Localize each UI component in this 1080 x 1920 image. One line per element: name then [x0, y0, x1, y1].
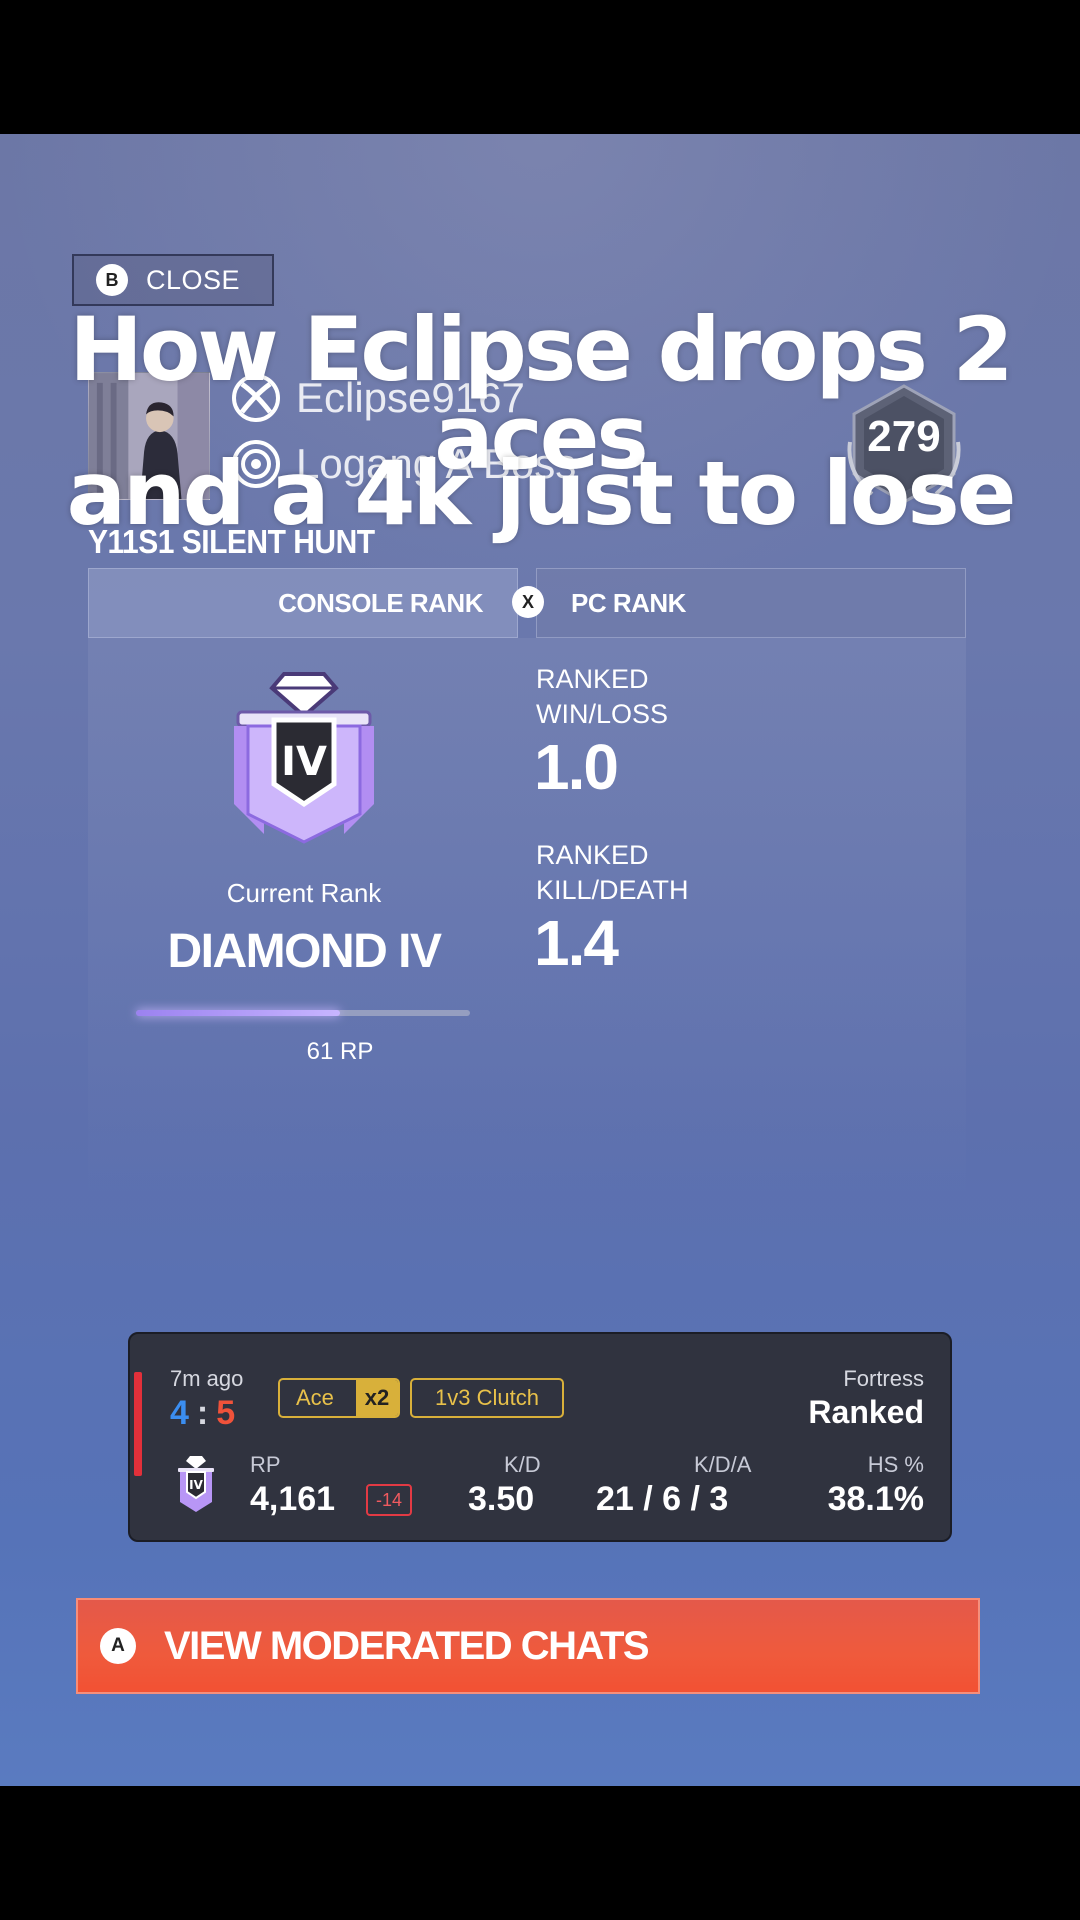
- kill-death-label-line2: KILL/DEATH: [536, 875, 689, 905]
- diamond-rank-emblem: IV: [224, 664, 384, 844]
- rank-panel: [88, 638, 966, 1198]
- b-button-icon: B: [96, 264, 128, 296]
- score-red: 5: [216, 1394, 236, 1432]
- win-loss-label-line2: WIN/LOSS: [536, 699, 669, 729]
- score-separator: :: [196, 1394, 209, 1432]
- caption-line-2: and a 4k just to lose: [66, 442, 1017, 545]
- tab-console-rank[interactable]: CONSOLE RANK: [88, 568, 518, 638]
- rank-name: DIAMOND IV: [167, 925, 443, 978]
- win-loss-label-line1: RANKED: [536, 664, 649, 694]
- x-button-icon[interactable]: X: [512, 586, 544, 618]
- kill-death-value: 1.4: [534, 907, 619, 979]
- rp-change-badge: -14: [366, 1484, 413, 1516]
- moderated-chats-label: VIEW MODERATED CHATS: [164, 1623, 650, 1668]
- rp-progress-bar: [136, 1010, 470, 1016]
- ace-badge: Ace x2: [278, 1378, 400, 1418]
- current-rank-label: Current Rank: [226, 878, 382, 908]
- match-time: 7m ago: [170, 1366, 244, 1391]
- emblem-numeral: IV: [281, 739, 327, 785]
- score-blue: 4: [170, 1394, 189, 1432]
- ace-badge-label: Ace: [296, 1385, 334, 1410]
- win-loss-label: RANKED WIN/LOSS: [536, 662, 668, 732]
- rp-progress-fill: [136, 1010, 340, 1016]
- rp-label: RP: [250, 1452, 281, 1477]
- loss-indicator: [134, 1372, 142, 1476]
- kda-label: K/D/A: [694, 1452, 752, 1477]
- close-label: CLOSE: [146, 264, 241, 295]
- hs-value: 38.1%: [827, 1480, 924, 1518]
- tab-pc-rank[interactable]: PC RANK: [536, 568, 966, 638]
- rp-progress-text: 61 RP: [306, 1038, 374, 1065]
- a-button-icon: A: [100, 1628, 136, 1664]
- rp-value: 4,161: [250, 1480, 336, 1518]
- kd-label: K/D: [504, 1452, 541, 1477]
- view-moderated-chats-button[interactable]: A VIEW MODERATED CHATS: [76, 1598, 980, 1694]
- map-name: Fortress: [843, 1366, 924, 1391]
- kill-death-label-line1: RANKED: [536, 840, 649, 870]
- kd-value: 3.50: [468, 1480, 535, 1518]
- hs-label: HS %: [867, 1452, 924, 1477]
- match-history-card[interactable]: 7m ago 4:5 Ace x2 1v3 Clutch Fortress Ra…: [128, 1332, 952, 1542]
- ace-multiplier: x2: [356, 1380, 398, 1416]
- win-loss-value: 1.0: [534, 731, 619, 803]
- letterbox-bottom: [0, 1786, 1080, 1920]
- clutch-badge: 1v3 Clutch: [410, 1378, 564, 1418]
- svg-text:IV: IV: [189, 1478, 203, 1492]
- kda-value: 21 / 6 / 3: [596, 1480, 729, 1518]
- match-score: 4:5: [170, 1394, 235, 1433]
- mini-rank-emblem: IV: [174, 1454, 218, 1514]
- mode-name: Ranked: [808, 1394, 924, 1430]
- letterbox-top: [0, 0, 1080, 134]
- kill-death-label: RANKED KILL/DEATH: [536, 838, 689, 908]
